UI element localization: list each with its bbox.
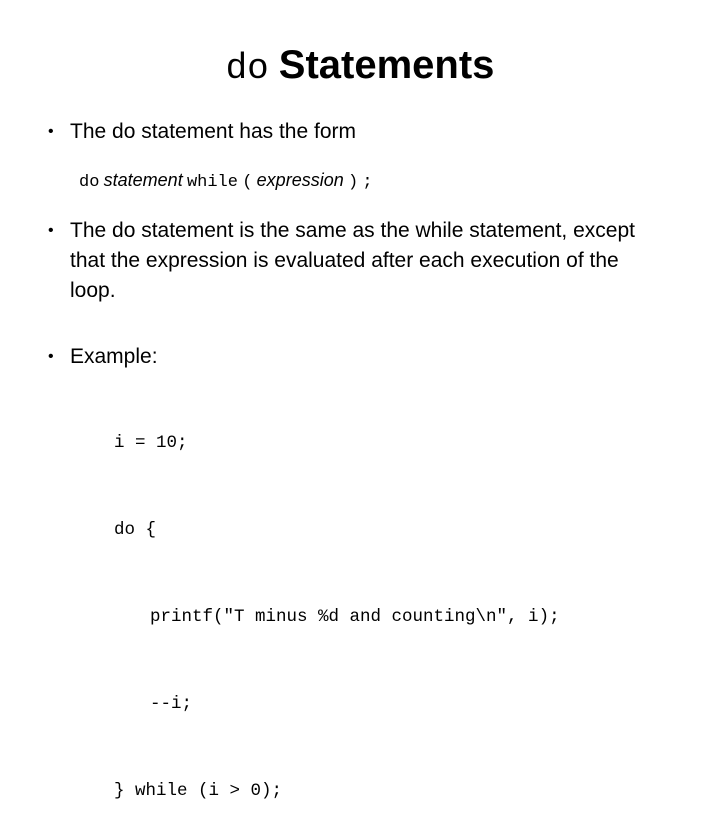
title-text: Statements — [278, 43, 495, 87]
bullet-item: • The do statement has the form — [48, 117, 670, 147]
syntax-statement: statement — [103, 170, 183, 190]
bullet-icon: • — [48, 222, 54, 239]
syntax-keyword-do: do — [79, 173, 100, 192]
code-line: do { — [114, 520, 157, 540]
bullet-icon: • — [48, 348, 54, 365]
syntax-open-paren: ( — [242, 173, 253, 192]
example-code-block: i = 10; do { printf("T minus %d and coun… — [114, 371, 560, 835]
title-code-keyword: do — [225, 48, 269, 89]
syntax-close-paren: ) — [347, 173, 359, 192]
bullet-text: The do statement is the same as the whil… — [70, 219, 635, 302]
syntax-semicolon: ; — [362, 173, 373, 192]
code-line: --i; — [150, 694, 193, 714]
bullet-text: Example: — [70, 345, 158, 368]
syntax-expression: expression — [256, 170, 344, 190]
bullet-item: • Example: — [48, 342, 670, 372]
bullet-icon: • — [48, 123, 54, 140]
bullet-text: The do statement has the form — [70, 120, 356, 143]
slide-title: do Statements — [0, 40, 720, 94]
syntax-form: do statement while ( expression ) ; — [79, 166, 373, 197]
code-line: printf("T minus %d and counting\n", i); — [150, 607, 560, 627]
code-line: i = 10; — [114, 433, 188, 453]
bullet-item: • The do statement is the same as the wh… — [48, 216, 670, 306]
code-line: } while (i > 0); — [114, 781, 283, 801]
syntax-keyword-while: while — [186, 173, 238, 192]
